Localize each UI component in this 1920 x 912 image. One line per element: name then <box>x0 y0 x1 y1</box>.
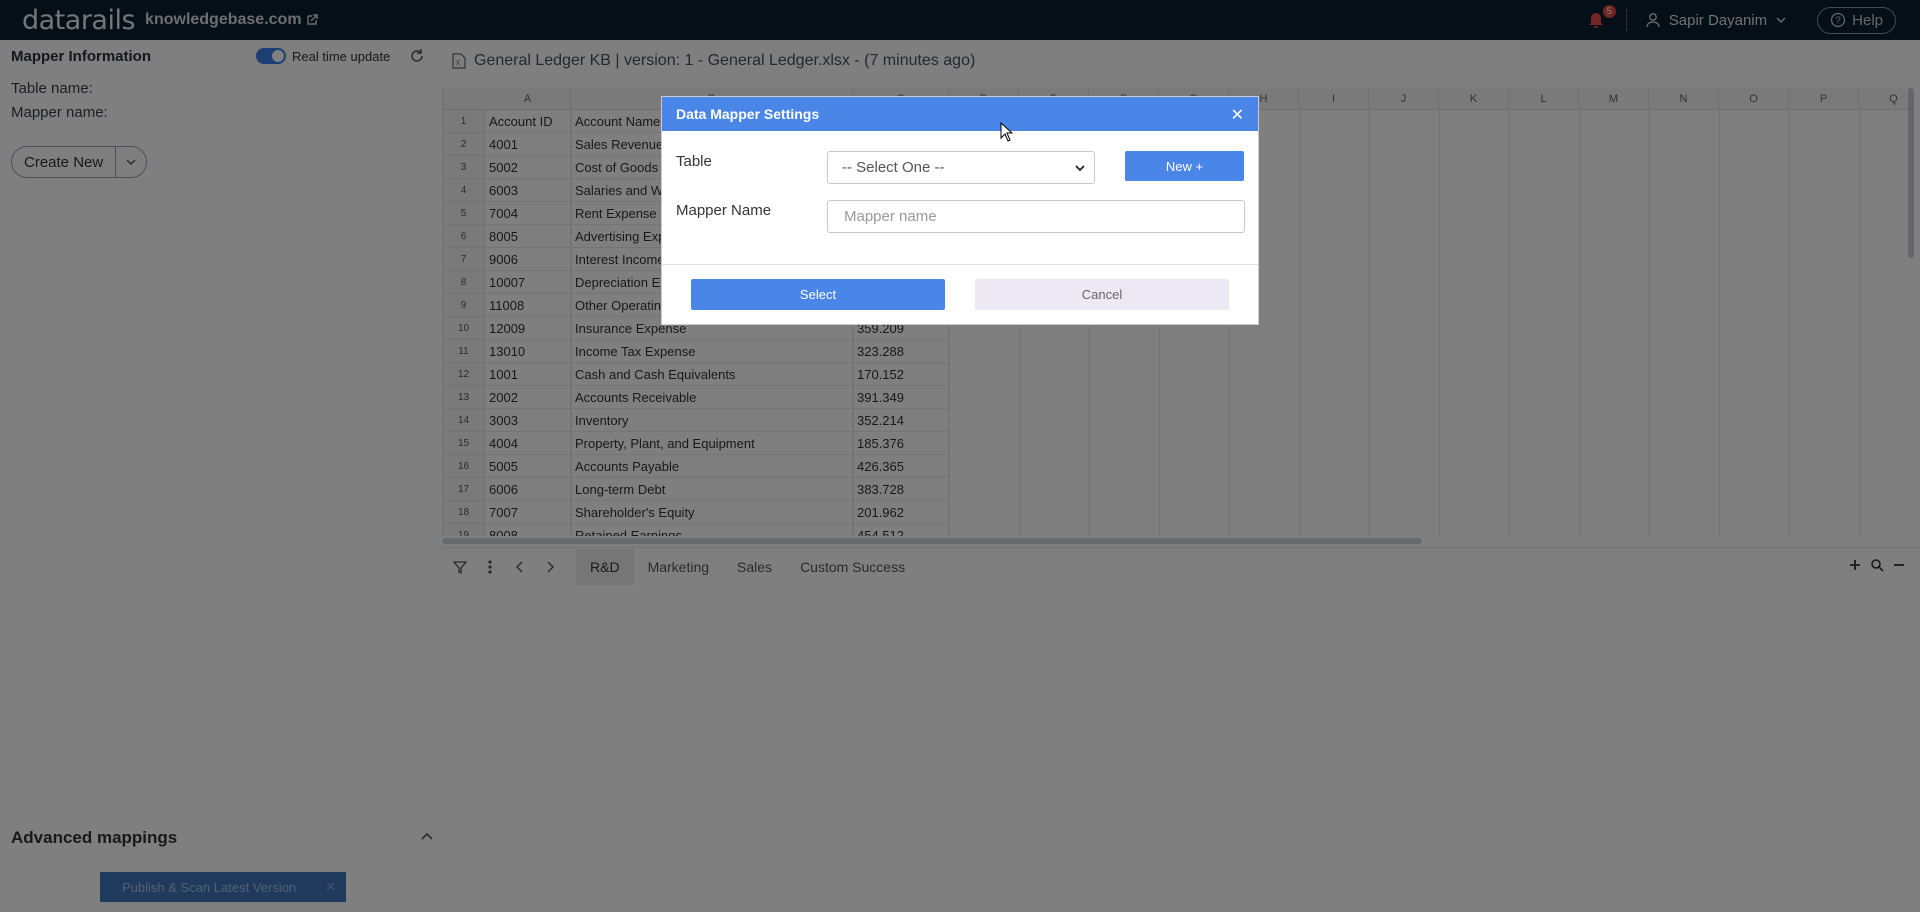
cancel-button[interactable]: Cancel <box>975 279 1229 310</box>
chevron-down-icon <box>1075 165 1085 172</box>
table-select[interactable]: -- Select One -- <box>827 151 1095 184</box>
dialog-divider <box>662 264 1258 265</box>
new-table-button[interactable]: New + <box>1125 151 1244 181</box>
dialog-title: Data Mapper Settings <box>676 106 820 122</box>
mouse-cursor-icon <box>1000 122 1014 142</box>
select-button[interactable]: Select <box>691 279 945 310</box>
dialog-header: Data Mapper Settings ✕ <box>662 97 1258 131</box>
mapper-name-field-label: Mapper Name <box>676 202 772 219</box>
table-label: Table <box>676 153 712 170</box>
data-mapper-settings-dialog: Data Mapper Settings ✕ Table -- Select O… <box>661 96 1259 325</box>
close-icon[interactable]: ✕ <box>1231 105 1244 125</box>
table-select-value: -- Select One -- <box>842 159 945 176</box>
mapper-name-input[interactable]: Mapper name <box>827 200 1245 233</box>
